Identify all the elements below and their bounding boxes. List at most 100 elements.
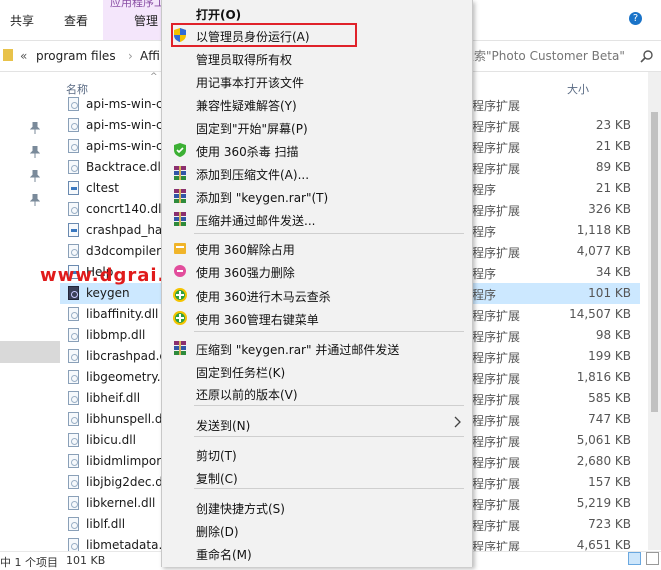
menu-item[interactable]: 使用 360杀毒 扫描	[162, 139, 472, 161]
menu-item-label: 压缩到 "keygen.rar" 并通过邮件发送	[196, 343, 400, 357]
360-shred-icon	[172, 263, 188, 279]
winrar-icon	[172, 165, 188, 181]
menu-item-label: 添加到压缩文件(A)...	[196, 168, 310, 182]
file-name: libheif.dll	[86, 391, 141, 405]
file-size: 199 KB	[588, 349, 631, 363]
file-type: 程序	[472, 288, 497, 302]
file-type: 程序扩展	[472, 519, 521, 533]
help-icon[interactable]: ?	[629, 12, 642, 25]
exe-icon	[68, 181, 79, 195]
tab-share[interactable]: 共享	[10, 12, 34, 29]
breadcrumb-separator: ›	[128, 49, 133, 63]
menu-item[interactable]: 删除(D)	[162, 519, 472, 541]
menu-item[interactable]: 固定到任务栏(K)	[162, 360, 472, 382]
menu-item[interactable]: 用记事本打开该文件	[162, 70, 472, 92]
tiles-view-icon[interactable]	[646, 552, 659, 565]
file-icon	[68, 412, 79, 426]
file-size: 89 KB	[595, 160, 631, 174]
status-selection: 中 1 个项目	[0, 556, 58, 569]
menu-item[interactable]: 打开(O)	[162, 2, 472, 24]
menu-item[interactable]: 固定到"开始"屏幕(P)	[162, 116, 472, 138]
search-input[interactable]	[462, 47, 634, 65]
breadcrumb-affinity[interactable]: Affi	[140, 49, 160, 63]
file-type: 程序	[472, 267, 497, 281]
menu-item-label: 使用 360强力删除	[196, 266, 295, 280]
keygen-icon	[68, 286, 79, 300]
menu-item[interactable]: 添加到 "keygen.rar"(T)	[162, 185, 472, 207]
tab-manage[interactable]: 管理	[134, 12, 158, 29]
highlight-box	[171, 23, 357, 47]
file-name: libaffinity.dll	[86, 307, 159, 321]
360-plus-icon	[172, 287, 188, 303]
file-icon	[68, 475, 79, 489]
menu-item[interactable]: 压缩到 "keygen.rar" 并通过邮件发送	[162, 337, 472, 359]
menu-item[interactable]: 使用 360强力删除	[162, 260, 472, 282]
file-type: 程序扩展	[472, 141, 521, 155]
360-plus-icon	[172, 310, 188, 326]
file-size: 34 KB	[595, 265, 631, 279]
search-icon[interactable]	[640, 49, 654, 63]
menu-separator	[194, 233, 464, 234]
file-type: 程序扩展	[472, 435, 521, 449]
scrollbar-thumb[interactable]	[651, 112, 658, 412]
file-type: 程序扩展	[472, 99, 521, 113]
file-icon	[68, 517, 79, 531]
file-icon	[68, 160, 79, 174]
pin-icon[interactable]	[30, 170, 40, 182]
file-icon	[68, 139, 79, 153]
menu-item-label: 创建快捷方式(S)	[196, 502, 285, 516]
menu-item[interactable]: 压缩并通过邮件发送...	[162, 208, 472, 230]
menu-item[interactable]: 重命名(M)	[162, 542, 472, 564]
file-type: 程序扩展	[472, 246, 521, 260]
file-name: libkernel.dll	[86, 496, 156, 510]
file-name: libhunspell.d	[86, 412, 163, 426]
file-type: 程序扩展	[472, 477, 521, 491]
file-type: 程序扩展	[472, 330, 521, 344]
pin-icon[interactable]	[30, 122, 40, 134]
menu-item[interactable]: 剪切(T)	[162, 443, 472, 465]
file-size: 157 KB	[588, 475, 631, 489]
menu-item[interactable]: 使用 360解除占用	[162, 237, 472, 259]
menu-item-label: 使用 360管理右键菜单	[196, 313, 319, 327]
file-type: 程序扩展	[472, 414, 521, 428]
menu-item[interactable]: 兼容性疑难解答(Y)	[162, 93, 472, 115]
vertical-scrollbar[interactable]	[648, 72, 661, 550]
360-unlock-icon	[172, 240, 188, 256]
menu-item[interactable]: 管理员取得所有权	[162, 47, 472, 69]
file-size: 21 KB	[595, 139, 631, 153]
menu-item[interactable]: 添加到压缩文件(A)...	[162, 162, 472, 184]
breadcrumb-overflow[interactable]: «	[20, 49, 27, 63]
file-type: 程序	[472, 225, 497, 239]
breadcrumb-program-files[interactable]: program files	[36, 49, 116, 63]
menu-item-label: 删除(D)	[196, 525, 239, 539]
file-name: crashpad_ha	[86, 223, 163, 237]
navigation-pane[interactable]	[0, 72, 60, 550]
file-name: libicu.dll	[86, 433, 136, 447]
details-view-icon[interactable]	[628, 552, 641, 565]
file-size: 101 KB	[588, 286, 631, 300]
file-name: libbmp.dll	[86, 328, 146, 342]
tab-view[interactable]: 查看	[64, 12, 88, 29]
file-name: api-ms-win-c	[86, 97, 163, 111]
pin-icon[interactable]	[30, 146, 40, 158]
context-menu: 打开(O) 以管理员身份运行(A) 管理员取得所有权 用记事本打开该文件 兼容性疑难解答…	[161, 0, 473, 567]
menu-item[interactable]: 发送到(N)	[162, 413, 472, 435]
menu-item-label: 固定到任务栏(K)	[196, 366, 286, 380]
file-name: libcrashpad.c	[86, 349, 167, 363]
menu-item[interactable]: 创建快捷方式(S)	[162, 496, 472, 518]
menu-separator	[194, 488, 464, 489]
menu-item-label: 固定到"开始"屏幕(P)	[196, 122, 308, 136]
file-size: 98 KB	[595, 328, 631, 342]
nav-selected-item[interactable]	[0, 341, 60, 363]
menu-item[interactable]: 使用 360进行木马云查杀	[162, 284, 472, 306]
pin-icon[interactable]	[30, 194, 40, 206]
file-size: 4,651 KB	[576, 538, 631, 552]
file-icon	[68, 118, 79, 132]
menu-item[interactable]: 使用 360管理右键菜单	[162, 307, 472, 329]
menu-item[interactable]: 复制(C)	[162, 466, 472, 488]
file-size: 585 KB	[588, 391, 631, 405]
file-icon	[68, 391, 79, 405]
file-size: 1,816 KB	[576, 370, 631, 384]
menu-item[interactable]: 还原以前的版本(V)	[162, 382, 472, 404]
file-icon	[68, 370, 79, 384]
